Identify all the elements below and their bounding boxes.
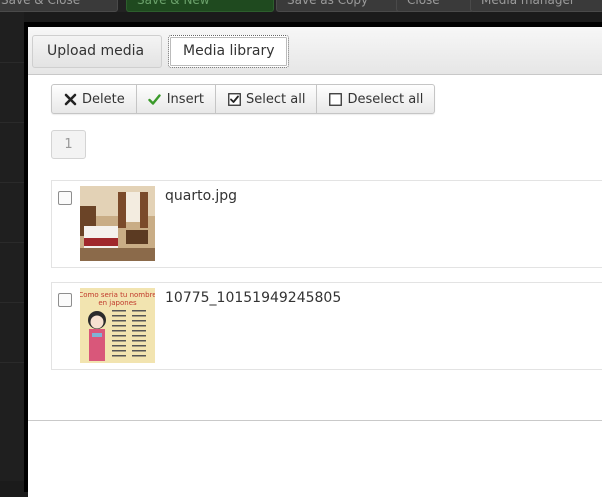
save-copy-button[interactable]: Save as Copy bbox=[276, 0, 406, 12]
poster-title-line2: en japones bbox=[98, 299, 137, 307]
tab-media-library[interactable]: Media library bbox=[168, 35, 289, 68]
item-filename: 10775_10151949245805 bbox=[165, 290, 342, 306]
media-list-item[interactable]: Como seria tu nombre en japones 10775_10… bbox=[51, 282, 602, 370]
modal-footer-divider bbox=[28, 420, 602, 421]
item-filename: quarto.jpg bbox=[165, 188, 238, 204]
deselect-all-label: Deselect all bbox=[347, 91, 424, 107]
hotel-room-thumbnail[interactable] bbox=[80, 186, 155, 261]
delete-x-icon bbox=[63, 92, 77, 106]
checked-box-icon bbox=[227, 92, 241, 106]
deselect-all-button[interactable]: Deselect all bbox=[317, 85, 434, 113]
select-all-label: Select all bbox=[246, 91, 306, 107]
media-modal: Upload media Media library Delete Insert bbox=[24, 22, 602, 497]
insert-button[interactable]: Insert bbox=[137, 85, 217, 113]
item-checkbox[interactable] bbox=[58, 293, 72, 307]
save-new-button[interactable]: Save & New bbox=[126, 0, 274, 12]
empty-checkbox-icon bbox=[328, 92, 342, 106]
delete-label: Delete bbox=[82, 91, 125, 107]
background-toolbar: Save & Close Save & New Save as Copy Clo… bbox=[0, 0, 602, 12]
tab-bar: Upload media Media library bbox=[28, 27, 602, 75]
delete-button[interactable]: Delete bbox=[52, 85, 137, 113]
select-all-button[interactable]: Select all bbox=[216, 85, 318, 113]
pagination-page[interactable]: 1 bbox=[51, 130, 86, 159]
save-close-button[interactable]: Save & Close bbox=[0, 0, 118, 12]
media-modal-body: Upload media Media library Delete Insert bbox=[28, 27, 602, 497]
background-left-panel bbox=[0, 12, 24, 481]
poster-title-line1: Como seria tu nombre bbox=[80, 291, 155, 299]
item-checkbox[interactable] bbox=[58, 191, 72, 205]
checkmark-icon bbox=[148, 92, 162, 106]
media-manager-button[interactable]: Media manager bbox=[470, 0, 602, 12]
close-button[interactable]: Close bbox=[396, 0, 474, 12]
insert-label: Insert bbox=[166, 91, 205, 107]
japanese-name-poster-thumbnail[interactable]: Como seria tu nombre en japones bbox=[80, 288, 155, 363]
tab-upload-media[interactable]: Upload media bbox=[32, 35, 162, 68]
media-toolbar: Delete Insert Select all Deselect all bbox=[51, 84, 436, 114]
media-list-item[interactable]: quarto.jpg bbox=[51, 180, 602, 268]
